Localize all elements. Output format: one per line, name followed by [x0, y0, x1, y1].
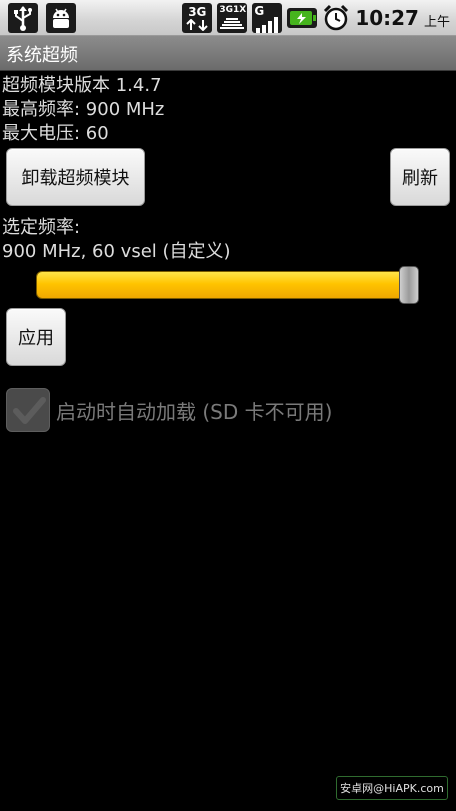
max-frequency-text: 最高频率: 900 MHz: [2, 99, 165, 120]
apply-button[interactable]: 应用: [6, 308, 66, 366]
selected-frequency-value: 900 MHz, 60 vsel (自定义): [2, 241, 231, 262]
page-title: 系统超频: [6, 45, 78, 66]
network-3g-small-label: 3G: [219, 5, 233, 15]
selected-frequency-label: 选定频率:: [2, 217, 81, 238]
status-bar-left: [8, 3, 76, 33]
autoload-checkbox[interactable]: [6, 388, 50, 432]
slider-thumb[interactable]: [399, 266, 419, 304]
max-voltage-text: 最大电压: 60: [2, 123, 109, 144]
g-signal-icon: G: [252, 3, 283, 33]
network-1x-label: 1X: [232, 5, 247, 15]
autoload-label: 启动时自动加载 (SD 卡不可用): [56, 400, 333, 424]
status-bar-right: 3G 3G 1X G 10:27 上午: [182, 3, 450, 33]
title-bar: 系统超频: [0, 36, 456, 71]
refresh-button[interactable]: 刷新: [390, 148, 450, 206]
network-3g-label: 3G: [188, 5, 207, 19]
3g-1x-signal-icon: 3G 1X: [217, 3, 248, 33]
usb-icon: [8, 3, 38, 33]
3g-signal-icon: 3G: [182, 3, 213, 33]
status-time: 10:27: [355, 6, 419, 30]
status-bar: 3G 3G 1X G 10:27 上午: [0, 0, 456, 36]
status-ampm: 上午: [423, 14, 450, 30]
unload-module-button[interactable]: 卸载超频模块: [6, 148, 145, 206]
checkmark-icon: [13, 397, 46, 424]
network-g-label: G: [254, 4, 265, 18]
watermark: 安卓网@HiAPK.com: [336, 776, 448, 800]
android-debug-icon: [46, 3, 76, 33]
alarm-clock-icon: [322, 4, 350, 32]
battery-charging-icon: [287, 8, 318, 28]
module-version-text: 超频模块版本 1.4.7: [2, 75, 162, 96]
frequency-slider[interactable]: [36, 271, 419, 299]
